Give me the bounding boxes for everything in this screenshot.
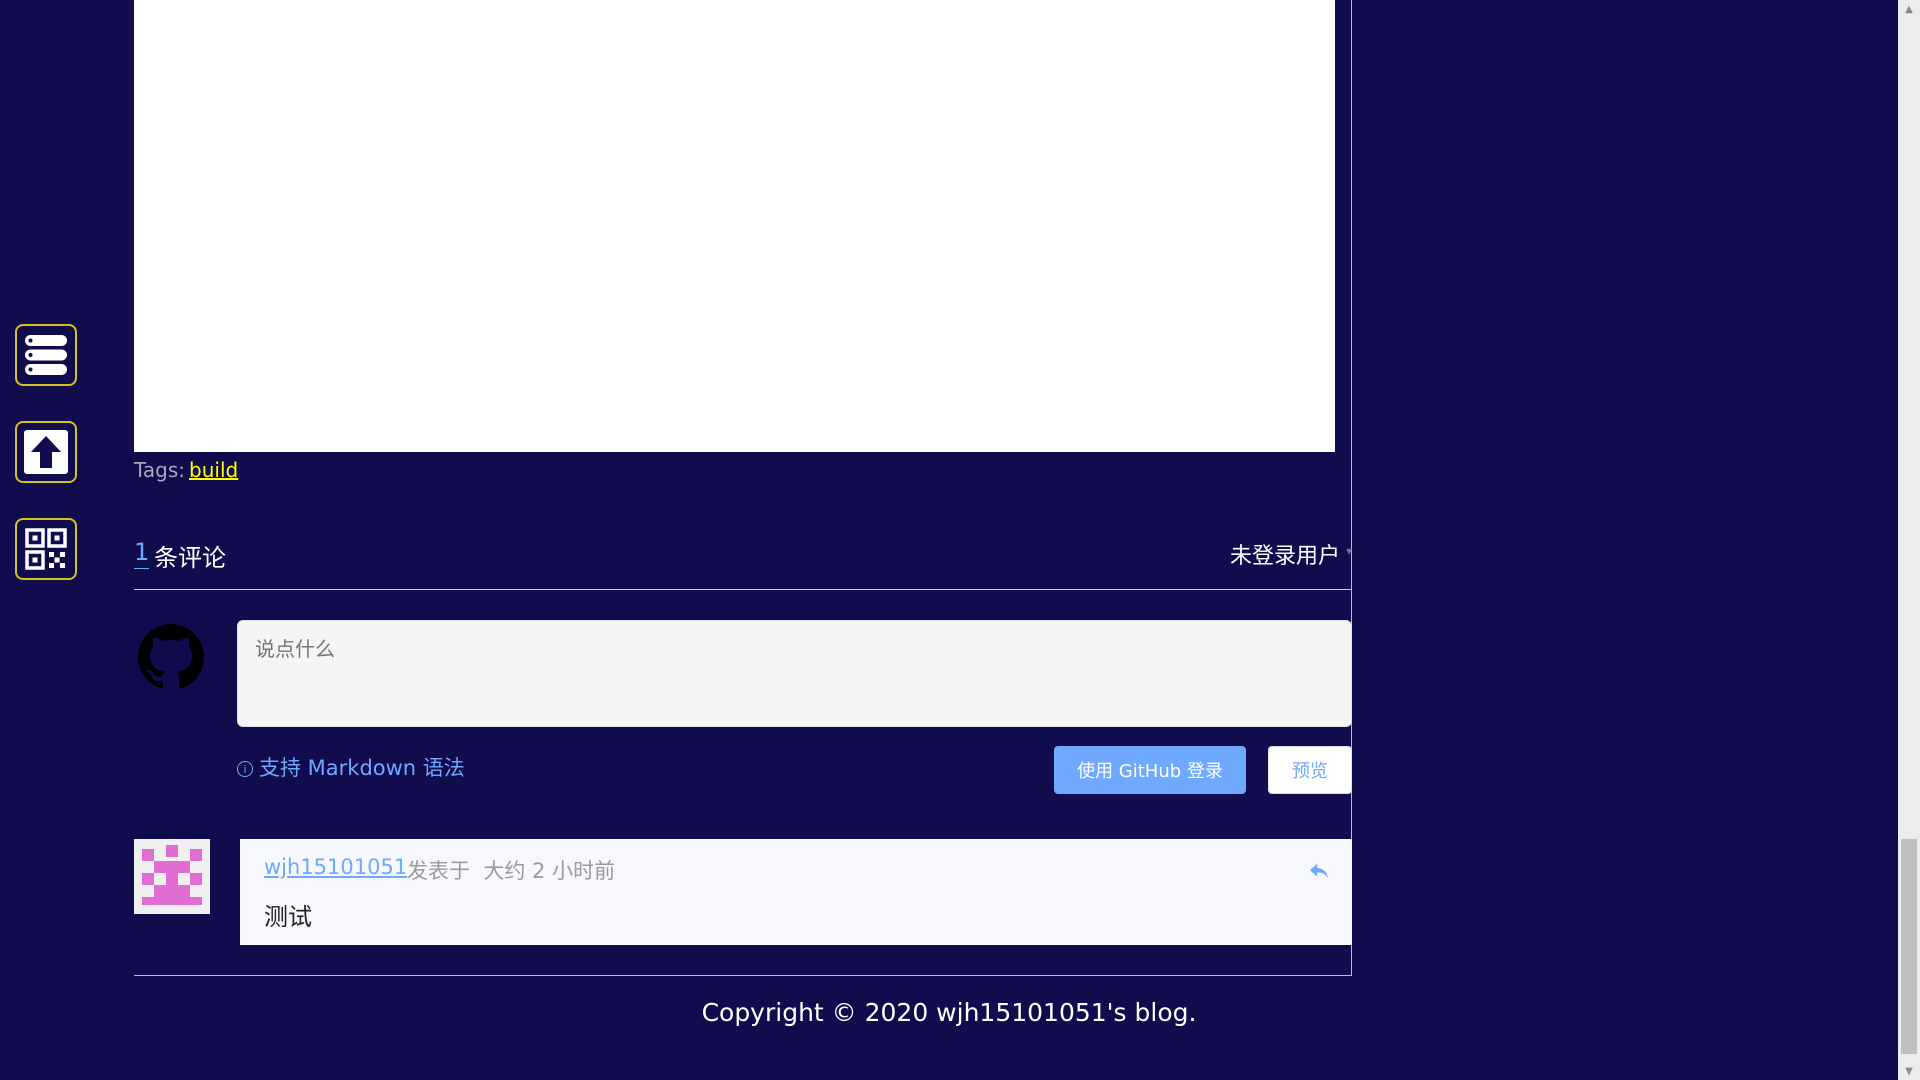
menu-icon (25, 335, 67, 375)
tag-link[interactable]: build (189, 458, 238, 482)
comment-time: 大约 2 小时前 (483, 859, 616, 883)
scrollbar-thumb[interactable] (1901, 839, 1917, 1054)
menu-button[interactable] (15, 324, 77, 386)
qr-code-button[interactable] (15, 518, 77, 580)
scroll-down-arrow-icon[interactable]: ▼ (1898, 1062, 1920, 1080)
github-login-button[interactable]: 使用 GitHub 登录 (1054, 746, 1246, 794)
github-icon (138, 624, 204, 689)
info-icon: i (237, 761, 253, 777)
page-scrollbar[interactable]: ▲ ▼ (1898, 0, 1920, 1080)
post-tags: Tags: build (134, 458, 238, 482)
chevron-down-icon: ▾ (1345, 544, 1352, 558)
post-content-area (134, 0, 1335, 452)
scroll-top-button[interactable] (15, 421, 77, 483)
comment-author[interactable]: wjh15101051 (264, 855, 407, 879)
qr-code-icon (25, 528, 67, 570)
markdown-help-link[interactable]: i 支持 Markdown 语法 (237, 752, 465, 782)
comment-count-label: 条评论 (154, 544, 226, 572)
identicon-icon (134, 839, 210, 914)
comment-body: 测试 (264, 903, 312, 931)
commenter-avatar[interactable] (134, 839, 210, 914)
github-avatar (138, 624, 204, 690)
preview-button[interactable]: 预览 (1268, 746, 1352, 794)
comment-textarea[interactable] (237, 620, 1352, 727)
footer-copyright: Copyright © 2020 wjh15101051's blog. (701, 998, 1197, 1027)
scroll-up-arrow-icon[interactable]: ▲ (1898, 0, 1920, 18)
markdown-hint-text: 支持 Markdown 语法 (259, 756, 465, 780)
comments-header: 1 条评论 未登录用户 ▾ (134, 534, 1352, 590)
posted-label: 发表于 (407, 859, 470, 883)
user-status-dropdown[interactable]: 未登录用户 (1230, 538, 1340, 570)
comment-count[interactable]: 1 (134, 538, 150, 569)
tags-label: Tags: (134, 458, 186, 482)
comment-meta: 发表于 大约 2 小时前 (407, 855, 615, 885)
reply-icon[interactable] (1308, 861, 1330, 881)
comment-card: wjh15101051 发表于 大约 2 小时前 测试 (240, 839, 1352, 945)
scroll-top-icon (24, 430, 68, 474)
